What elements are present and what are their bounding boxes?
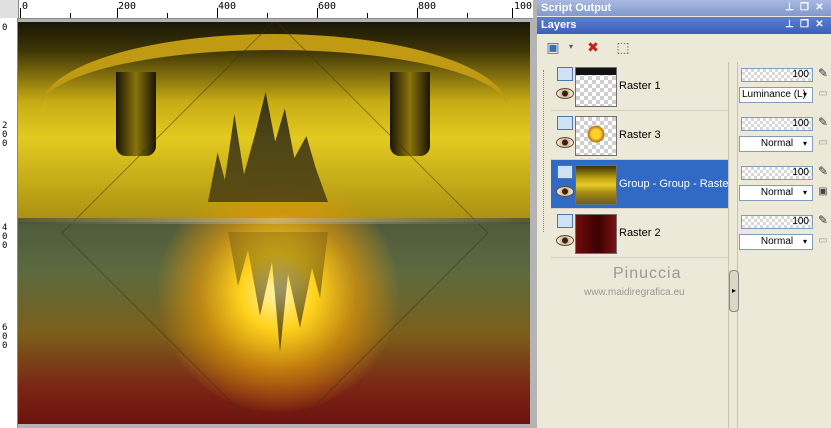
- layer-visibility-icon[interactable]: [557, 214, 573, 228]
- eye-icon[interactable]: [556, 88, 574, 99]
- close-icon[interactable]: ✕: [813, 18, 826, 31]
- ruler-label: 200: [118, 1, 137, 12]
- ruler-tick: [512, 8, 513, 18]
- layer-props-raster-2: 100 ✎ Normal ▾ ▭: [737, 209, 831, 257]
- ruler-label: 100: [514, 1, 533, 12]
- opacity-slider[interactable]: 100: [741, 166, 813, 180]
- layer-thumbnail: [575, 214, 617, 254]
- chevron-down-icon[interactable]: ▾: [803, 235, 811, 249]
- ruler-label: 6 0 0: [2, 323, 8, 351]
- opacity-value: 100: [792, 167, 809, 178]
- eye-icon[interactable]: [556, 137, 574, 148]
- ruler-tick: [117, 8, 118, 18]
- opacity-slider[interactable]: 100: [741, 68, 813, 82]
- ruler-label: 400: [218, 1, 237, 12]
- layer-props-raster-1: 100 ✎ Luminance (L) ▾ ▭: [737, 62, 831, 110]
- restore-icon[interactable]: ❐: [798, 18, 811, 31]
- ruler-label: 0: [22, 1, 29, 12]
- blend-mode-select[interactable]: Luminance (L): [739, 87, 813, 103]
- layer-thumbnail: [575, 116, 617, 156]
- ruler-label: 600: [318, 1, 337, 12]
- brush-icon[interactable]: ✎: [816, 164, 830, 178]
- opacity-slider[interactable]: 100: [741, 117, 813, 131]
- layer-visibility-icon[interactable]: [557, 165, 573, 179]
- layer-thumbnail: [575, 165, 617, 205]
- pin-icon[interactable]: ⊥: [783, 18, 796, 31]
- script-output-titlebar[interactable]: Script Output ⊥ ❐ ✕: [537, 0, 831, 16]
- layer-row-raster-3[interactable]: Raster 3: [551, 111, 728, 160]
- script-output-title: Script Output: [541, 2, 612, 14]
- ruler-label: 2 0 0: [2, 121, 8, 149]
- pin-icon[interactable]: ⊥: [783, 1, 796, 14]
- chevron-down-icon[interactable]: ▾: [803, 186, 811, 200]
- layer-name: Raster 2: [619, 227, 661, 239]
- lock-icon[interactable]: ▭: [816, 88, 830, 100]
- brush-icon[interactable]: ✎: [816, 115, 830, 129]
- ruler-label: 800: [418, 1, 437, 12]
- opacity-slider[interactable]: 100: [741, 215, 813, 229]
- splitter-toggle-button[interactable]: ▸: [729, 270, 739, 312]
- lock-icon[interactable]: ▣: [816, 186, 830, 198]
- new-layer-icon[interactable]: ▣: [543, 37, 563, 57]
- lock-icon[interactable]: ▭: [816, 235, 830, 247]
- document-image[interactable]: [18, 22, 530, 424]
- layer-thumbnail: [575, 67, 617, 107]
- layers-title: Layers: [541, 19, 577, 31]
- delete-layer-icon[interactable]: ✖: [583, 37, 603, 57]
- layers-toolbar: ▣ ▾ ✖ ⬚: [537, 34, 831, 60]
- lock-icon[interactable]: ▭: [816, 137, 830, 149]
- vertical-ruler: 0 2 0 0 4 0 0 6 0 0: [0, 18, 18, 428]
- blend-mode-select[interactable]: Normal: [739, 136, 813, 152]
- opacity-value: 100: [792, 216, 809, 227]
- brush-icon[interactable]: ✎: [816, 213, 830, 227]
- ruler-tick: [20, 8, 21, 18]
- ruler-label: 4 0 0: [2, 223, 8, 251]
- ruler-tick: [267, 13, 268, 18]
- opacity-value: 100: [792, 118, 809, 129]
- ruler-corner: [0, 0, 19, 19]
- restore-icon[interactable]: ❐: [798, 1, 811, 14]
- chevron-down-icon[interactable]: ▾: [803, 137, 811, 151]
- eye-icon[interactable]: [556, 235, 574, 246]
- ruler-tick: [317, 8, 318, 18]
- ruler-tick: [70, 13, 71, 18]
- ruler-label: 0: [2, 23, 8, 33]
- layer-row-raster-2[interactable]: Raster 2: [551, 209, 728, 258]
- chevron-down-icon[interactable]: ▾: [803, 88, 811, 102]
- close-icon[interactable]: ✕: [813, 1, 826, 14]
- layer-name: Group - Group - Raster 2: [619, 178, 742, 190]
- chevron-down-icon[interactable]: ▾: [561, 37, 581, 57]
- layer-name: Raster 1: [619, 80, 661, 92]
- layer-visibility-icon[interactable]: [557, 116, 573, 130]
- watermark-url: www.maidiregrafica.eu: [584, 287, 685, 298]
- layer-tree-line: [543, 70, 545, 232]
- ruler-tick: [217, 8, 218, 18]
- ruler-tick: [367, 13, 368, 18]
- layer-name: Raster 3: [619, 129, 661, 141]
- ruler-tick: [417, 8, 418, 18]
- layer-props-group-raster-2: 100 ✎ Normal ▾ ▣: [737, 160, 831, 208]
- layer-props-raster-3: 100 ✎ Normal ▾ ▭: [737, 111, 831, 159]
- blend-mode-select[interactable]: Normal: [739, 185, 813, 201]
- blend-mode-select[interactable]: Normal: [739, 234, 813, 250]
- layer-row-raster-1[interactable]: Raster 1: [551, 62, 728, 111]
- ruler-tick: [467, 13, 468, 18]
- horizontal-ruler: 0 200 400 600 800 100: [0, 0, 533, 19]
- layer-visibility-icon[interactable]: [557, 67, 573, 81]
- layer-row-group-raster-2[interactable]: Group - Group - Raster 2: [551, 160, 741, 209]
- layers-titlebar[interactable]: Layers ⊥ ❐ ✕: [537, 17, 831, 34]
- canvas-workspace[interactable]: 0 200 400 600 800 100 0 2 0 0 4 0 0 6 0 …: [0, 0, 537, 428]
- eye-icon[interactable]: [556, 186, 574, 197]
- brush-icon[interactable]: ✎: [816, 66, 830, 80]
- opacity-value: 100: [792, 69, 809, 80]
- mask-icon[interactable]: ⬚: [613, 37, 633, 57]
- watermark-name: Pinuccia: [613, 265, 682, 282]
- shoreline: [18, 218, 530, 224]
- ruler-tick: [167, 13, 168, 18]
